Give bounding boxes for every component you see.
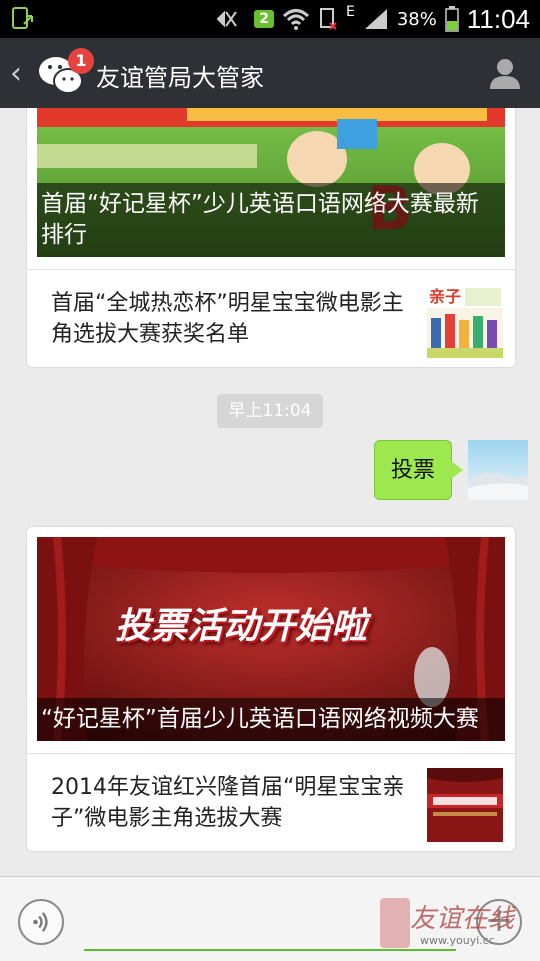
notification-count-badge: 2: [254, 10, 274, 28]
article-item-2[interactable]: 2014年友谊红兴隆首届“明星宝宝亲子”微电影主角选拔大赛: [27, 753, 515, 850]
network-type: E: [345, 4, 355, 20]
article-card-2: 投票活动开始啦 “好记星杯”首届少儿英语口语网络视频大赛 2014年友谊红兴隆首…: [26, 526, 516, 852]
screenshot-notification-icon: [12, 7, 33, 29]
cover-banner-text: 投票活动开始啦: [115, 606, 368, 647]
watermark-text: 友谊在线: [410, 904, 515, 934]
article-item-title-1: 首届“全城热恋杯”明星宝宝微电影主角选拔大赛获奖名单: [51, 291, 404, 347]
signal-icon: [364, 9, 387, 29]
article-thumb-2: [427, 768, 503, 842]
chat-header: ‹ 1 友谊管局大管家: [0, 38, 540, 108]
svg-text:亲子: 亲子: [429, 287, 461, 306]
unread-badge: 1: [68, 48, 94, 74]
sim-icon: [319, 8, 337, 30]
article-item-1[interactable]: 首届“全城热恋杯”明星宝宝微电影主角选拔大赛获奖名单 亲子: [27, 269, 515, 366]
article-card-1: B 首届“好记星杯”少儿英语口语网络大赛最新排行 首届“全城热恋杯”明星宝宝微电…: [26, 108, 516, 368]
wifi-icon: [282, 9, 309, 30]
battery-icon: [445, 6, 459, 32]
battery-percent: 38%: [396, 8, 437, 30]
status-icons: 2 E 38% 11:04: [216, 0, 530, 38]
sent-message-bubble[interactable]: 投票: [374, 440, 463, 500]
message-timestamp: 早上11:04: [217, 394, 323, 428]
status-bar: 2 E 38% 11:04: [0, 0, 540, 38]
user-avatar[interactable]: [468, 440, 528, 500]
article-cover-1[interactable]: B 首届“好记星杯”少儿英语口语网络大赛最新排行: [37, 108, 505, 257]
article-thumb-1: 亲子: [427, 284, 503, 358]
clock: 11:04: [466, 3, 530, 34]
back-button[interactable]: ‹: [10, 56, 22, 91]
profile-icon[interactable]: [488, 56, 522, 90]
mute-icon: [216, 10, 238, 28]
article-item-title-2: 2014年友谊红兴隆首届“明星宝宝亲子”微电影主角选拔大赛: [51, 775, 405, 831]
article-cover-caption-2: “好记星杯”首届少儿英语口语网络视频大赛: [37, 698, 505, 741]
watermark-url: www.youyi.cc: [420, 934, 495, 947]
voice-input-icon[interactable]: [18, 899, 64, 945]
chat-title: 友谊管局大管家: [96, 64, 264, 92]
article-cover-2[interactable]: 投票活动开始啦 “好记星杯”首届少儿英语口语网络视频大赛: [37, 537, 505, 741]
chat-area: B 首届“好记星杯”少儿英语口语网络大赛最新排行 首届“全城热恋杯”明星宝宝微电…: [0, 108, 540, 876]
article-cover-caption-1: 首届“好记星杯”少儿英语口语网络大赛最新排行: [37, 183, 505, 257]
